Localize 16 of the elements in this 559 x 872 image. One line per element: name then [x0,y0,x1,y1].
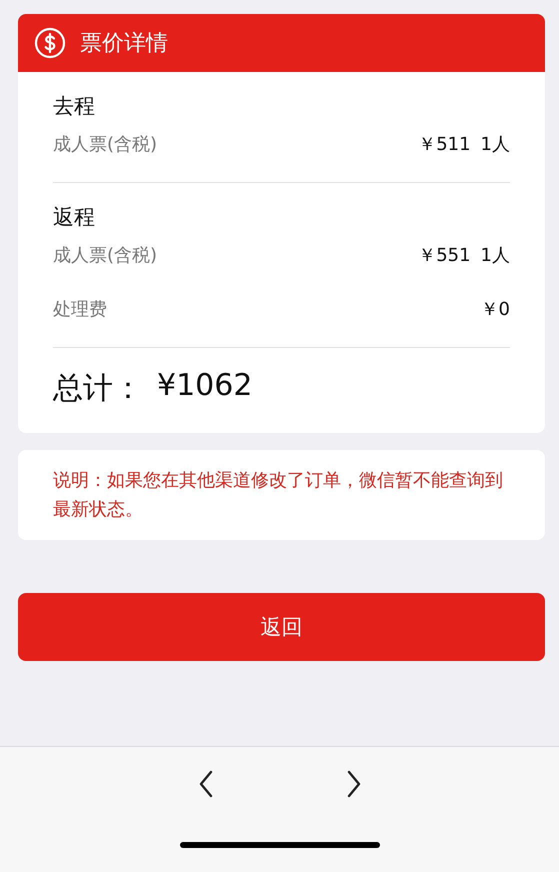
ticket-label: 成人票(含税) [53,244,158,267]
fee-label: 处理费 [53,298,107,321]
ticket-price: ￥551 [418,244,471,267]
total-label: 总计： [53,370,143,408]
note-text: 说明：如果您在其他渠道修改了订单，微信暂不能查询到最新状态。 [53,470,503,520]
fee-price: ￥0 [480,298,510,321]
total-amount: ¥1062 [157,368,252,405]
card-title: 票价详情 [80,30,168,58]
ticket-label: 成人票(含税) [53,133,158,156]
trip-title: 返程 [53,204,96,231]
passenger-count: 1人 [480,133,510,156]
back-button[interactable]: 返回 [18,593,545,661]
ticket-price: ￥511 [418,133,471,156]
dollar-icon [34,27,66,59]
trip-title: 去程 [53,93,96,120]
passenger-count: 1人 [480,244,510,267]
